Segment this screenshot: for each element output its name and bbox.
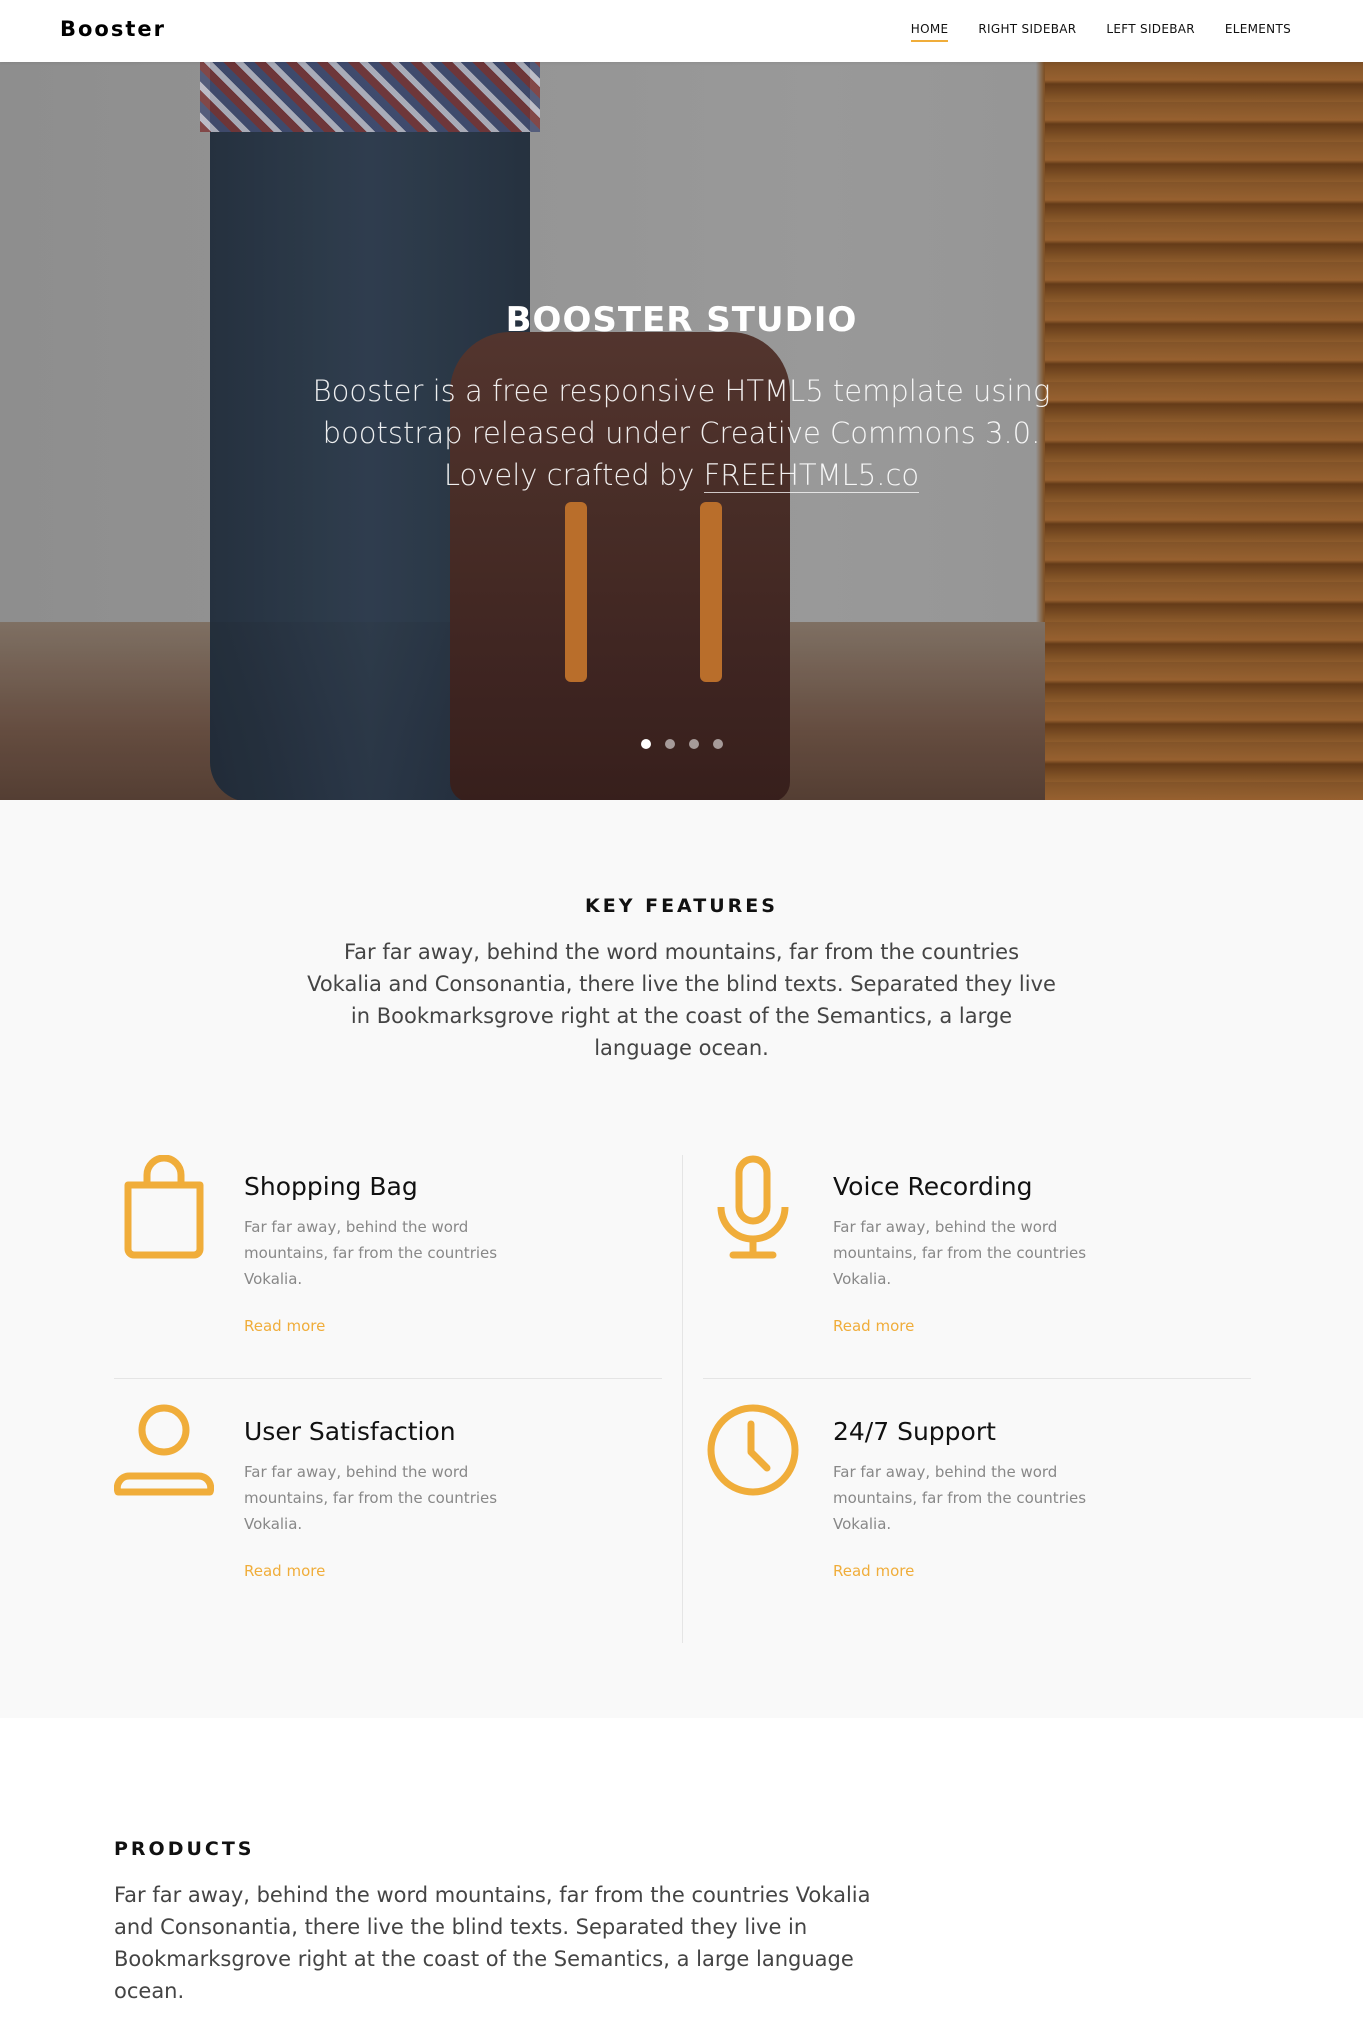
slider-dot-4[interactable] xyxy=(713,739,723,749)
hero-slider: BOOSTER STUDIO Booster is a free respons… xyxy=(0,62,1363,800)
features-vertical-divider xyxy=(682,1155,683,1643)
user-icon xyxy=(114,1404,214,1496)
feature-text: Far far away, behind the word mountains,… xyxy=(833,1463,1087,1533)
features-title: KEY FEATURES xyxy=(585,895,778,917)
feature-text: Far far away, behind the word mountains,… xyxy=(244,1218,498,1288)
brand-logo[interactable]: Booster xyxy=(60,17,166,41)
hero-title: BOOSTER STUDIO xyxy=(505,300,858,340)
feature-text: Far far away, behind the word mountains,… xyxy=(244,1463,498,1533)
slider-dot-3[interactable] xyxy=(689,739,699,749)
feature-title: User Satisfaction xyxy=(244,1417,456,1446)
key-features-section: KEY FEATURES Far far away, behind the wo… xyxy=(0,800,1363,1718)
nav-item-left-sidebar[interactable]: LEFT SIDEBAR xyxy=(1106,22,1194,42)
hero-description: Booster is a free responsive HTML5 templ… xyxy=(312,374,1051,492)
main-nav: HOME RIGHT SIDEBAR LEFT SIDEBAR ELEMENTS xyxy=(910,22,1291,42)
hero-text: Booster is a free responsive HTML5 templ… xyxy=(300,370,1063,496)
read-more-link[interactable]: Read more xyxy=(833,1317,914,1335)
hero-credit-link[interactable]: FREEHTML5.co xyxy=(703,458,920,493)
read-more-link[interactable]: Read more xyxy=(244,1562,325,1580)
nav-item-right-sidebar[interactable]: RIGHT SIDEBAR xyxy=(978,22,1076,42)
nav-item-home[interactable]: HOME xyxy=(910,22,949,42)
feature-title: Voice Recording xyxy=(833,1172,1033,1201)
features-divider-right xyxy=(703,1378,1251,1379)
slider-dot-1[interactable] xyxy=(641,739,651,749)
feature-text: Far far away, behind the word mountains,… xyxy=(833,1218,1087,1288)
slider-pagination xyxy=(641,739,723,749)
nav-item-elements[interactable]: ELEMENTS xyxy=(1225,22,1291,42)
read-more-link[interactable]: Read more xyxy=(833,1562,914,1580)
shopping-bag-icon xyxy=(124,1155,204,1259)
read-more-link[interactable]: Read more xyxy=(244,1317,325,1335)
products-title: PRODUCTS xyxy=(114,1838,255,1860)
slider-dot-2[interactable] xyxy=(665,739,675,749)
clock-icon xyxy=(707,1404,799,1496)
features-divider-left xyxy=(114,1378,662,1379)
feature-title: 24/7 Support xyxy=(833,1417,996,1446)
microphone-icon xyxy=(717,1155,789,1259)
feature-title: Shopping Bag xyxy=(244,1172,418,1201)
features-intro: Far far away, behind the word mountains,… xyxy=(307,940,1056,1060)
top-navbar: Booster HOME RIGHT SIDEBAR LEFT SIDEBAR … xyxy=(0,0,1363,62)
products-intro: Far far away, behind the word mountains,… xyxy=(114,1883,871,2003)
